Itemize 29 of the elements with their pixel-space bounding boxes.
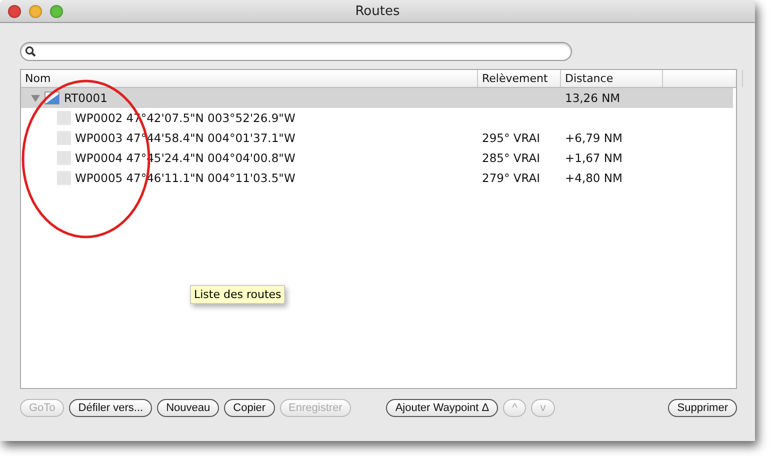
distance-cell-text: +1,67 NM xyxy=(564,151,622,165)
distance-cell-text: +4,80 NM xyxy=(564,171,622,185)
action-button[interactable]: Défiler vers... xyxy=(69,399,152,417)
bearing-cell-text: 295° VRAI xyxy=(481,131,540,145)
tooltip: Liste des routes xyxy=(190,285,286,304)
action-button[interactable]: Ajouter Waypoint Δ xyxy=(386,399,498,417)
close-icon[interactable] xyxy=(8,4,21,18)
column-header[interactable]: Distance xyxy=(561,70,663,87)
action-button[interactable]: Nouveau xyxy=(157,399,220,417)
waypoint-icon xyxy=(57,151,71,165)
action-button[interactable]: Supprimer xyxy=(668,399,737,417)
zoom-icon[interactable] xyxy=(50,4,63,18)
waypoint-icon xyxy=(57,171,71,185)
search-field[interactable] xyxy=(20,42,572,61)
waypoint-icon xyxy=(57,111,71,125)
disclosure-triangle-icon[interactable] xyxy=(31,94,40,102)
action-button[interactable]: Copier xyxy=(224,399,275,417)
route-name: RT0001 xyxy=(64,91,108,105)
waypoint-icon xyxy=(57,131,71,145)
search-icon xyxy=(25,46,36,57)
window-title: Routes xyxy=(355,4,400,18)
distance-cell-text: +6,79 NM xyxy=(564,131,622,145)
distance-cell-text: 13,26 NM xyxy=(564,91,620,105)
bearing-cell-text: 285° VRAI xyxy=(481,151,540,165)
table-row[interactable]: RT0001 13,26 NM xyxy=(21,88,733,108)
bearing-cell-text: 279° VRAI xyxy=(481,171,540,185)
column-header[interactable]: Nom xyxy=(21,70,478,87)
minimize-icon[interactable] xyxy=(29,4,42,18)
column-header[interactable]: Relèvement xyxy=(478,70,561,87)
